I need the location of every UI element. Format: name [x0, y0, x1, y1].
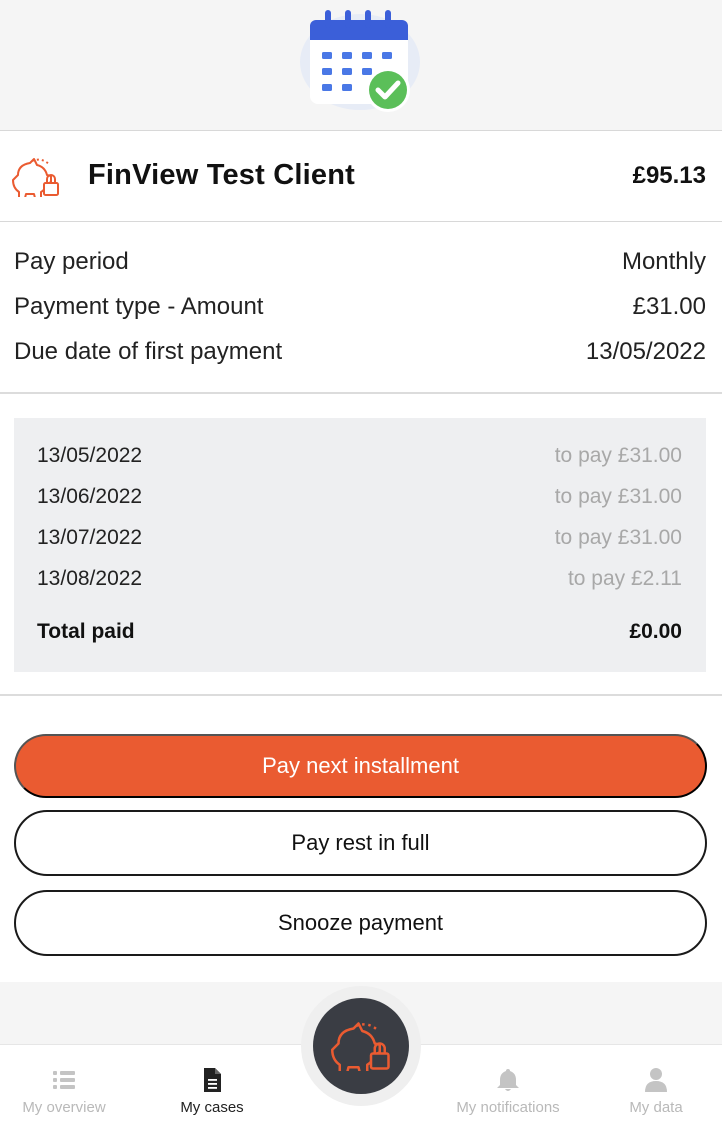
piggy-bank-fab-button[interactable]	[313, 998, 409, 1094]
list-icon	[53, 1071, 75, 1089]
user-icon	[645, 1068, 667, 1092]
total-paid-row: Total paid £0.00	[37, 620, 682, 648]
pay-rest-in-full-button[interactable]: Pay rest in full	[14, 810, 707, 876]
client-amount: £95.13	[632, 162, 706, 189]
schedule-date: 13/07/2022	[37, 526, 143, 549]
total-paid-value: £0.00	[629, 620, 682, 643]
schedule-row: 13/05/2022 to pay £31.00	[37, 444, 682, 472]
schedule-status: to pay £2.11	[567, 567, 682, 590]
total-paid-label: Total paid	[37, 620, 135, 643]
calendar-check-icon	[300, 10, 420, 112]
nav-label: My data	[629, 1099, 683, 1116]
schedule-status: to pay £31.00	[554, 444, 682, 467]
client-name: FinView Test Client	[88, 159, 355, 191]
bell-icon	[497, 1069, 519, 1091]
nav-label: My cases	[180, 1099, 244, 1116]
nav-label: My overview	[22, 1099, 106, 1116]
nav-item-my-data[interactable]: My data	[600, 1045, 712, 1122]
detail-label: Due date of first payment	[14, 338, 283, 365]
piggy-bank-lock-icon	[331, 1022, 390, 1071]
nav-label: My notifications	[456, 1099, 560, 1116]
payment-details: Pay period Monthly Payment type - Amount…	[0, 222, 722, 394]
action-buttons: Pay next installment Pay rest in full Sn…	[0, 696, 722, 982]
document-icon	[204, 1068, 221, 1092]
piggy-bank-lock-icon	[12, 158, 59, 197]
detail-value: Monthly	[621, 248, 706, 275]
schedule-date: 13/06/2022	[37, 485, 143, 508]
payment-schedule-section: 13/05/2022 to pay £31.00 13/06/2022 to p…	[0, 394, 722, 696]
payment-schedule: 13/05/2022 to pay £31.00 13/06/2022 to p…	[14, 418, 706, 672]
client-summary-row[interactable]: FinView Test Client £95.13	[0, 130, 722, 222]
detail-row-pay-period: Pay period Monthly	[14, 248, 706, 282]
schedule-row: 13/07/2022 to pay £31.00	[37, 526, 682, 554]
schedule-date: 13/08/2022	[37, 567, 143, 590]
schedule-status: to pay £31.00	[554, 485, 682, 508]
schedule-row: 13/08/2022 to pay £2.11	[37, 567, 682, 595]
snooze-payment-button[interactable]: Snooze payment	[14, 890, 707, 956]
detail-label: Pay period	[14, 248, 129, 275]
detail-label: Payment type - Amount	[14, 293, 264, 320]
schedule-status: to pay £31.00	[554, 526, 682, 549]
header-illustration-area	[0, 0, 722, 130]
nav-item-my-overview[interactable]: My overview	[0, 1045, 128, 1122]
detail-row-payment-type: Payment type - Amount £31.00	[14, 293, 706, 327]
detail-value: £31.00	[632, 293, 706, 320]
detail-row-due-date: Due date of first payment 13/05/2022	[14, 338, 706, 372]
nav-item-my-cases[interactable]: My cases	[148, 1045, 276, 1122]
detail-value: 13/05/2022	[585, 338, 706, 365]
schedule-date: 13/05/2022	[37, 444, 143, 467]
pay-next-installment-button[interactable]: Pay next installment	[14, 734, 707, 798]
nav-item-my-notifications[interactable]: My notifications	[438, 1045, 578, 1122]
schedule-row: 13/06/2022 to pay £31.00	[37, 485, 682, 513]
